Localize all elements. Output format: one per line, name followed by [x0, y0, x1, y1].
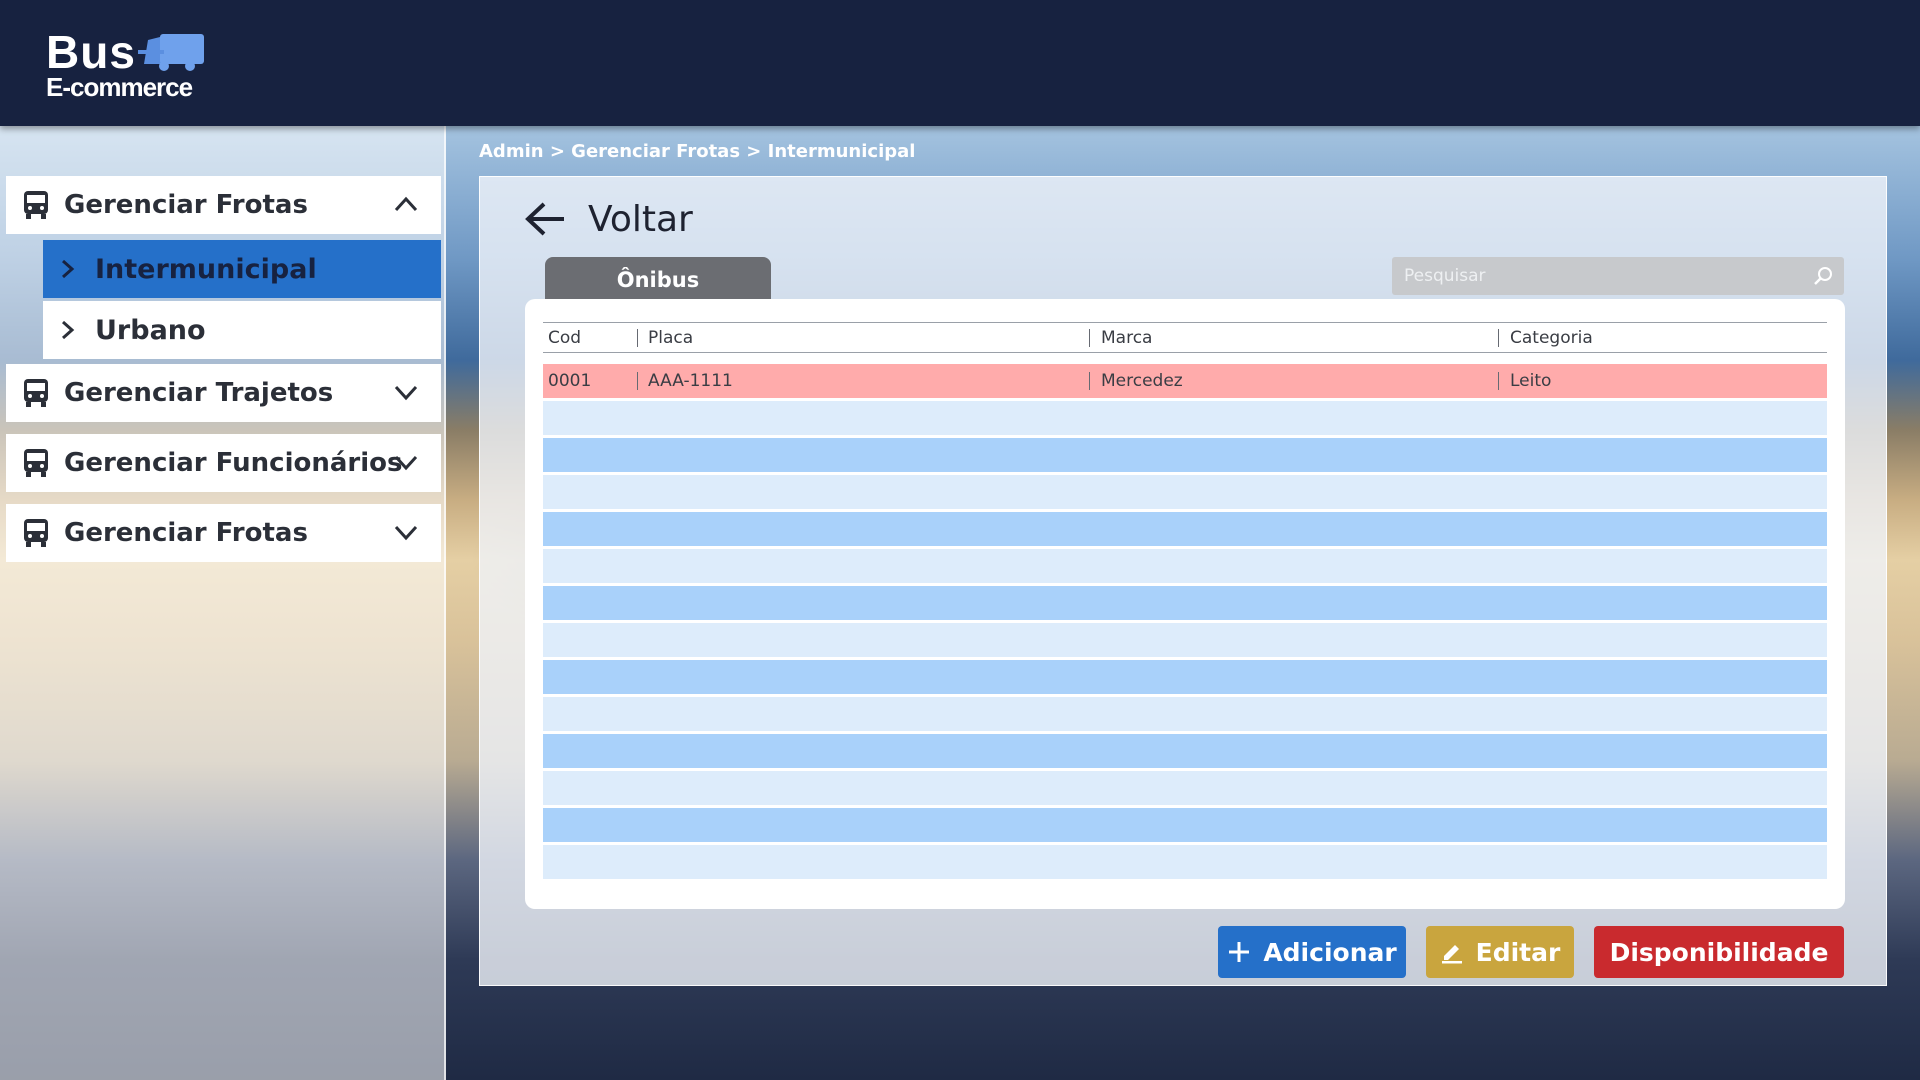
logo-bus-text: Bus [46, 26, 136, 78]
data-table: Cod Placa Marca Categoria 0001 AAA-1111 … [525, 299, 1845, 909]
chevron-down-icon[interactable] [393, 382, 419, 402]
availability-button[interactable]: Disponibilidade [1594, 926, 1844, 978]
sidebar: Gerenciar Frotas Intermunicipal Urbano G… [0, 126, 446, 1080]
cell-categoria: Leito [1510, 371, 1552, 391]
tab-onibus[interactable]: Ônibus [545, 257, 771, 303]
empty-table-row[interactable] [543, 586, 1827, 620]
sidebar-group-gerenciar-frotas[interactable]: Gerenciar Frotas [6, 176, 441, 234]
cell-placa: AAA-1111 [648, 371, 733, 391]
chevron-down-icon[interactable] [393, 522, 419, 542]
sidebar-item-label: Intermunicipal [95, 253, 317, 285]
chevron-right-icon [62, 259, 75, 279]
chevron-up-icon[interactable] [393, 194, 419, 214]
column-separator [1498, 372, 1499, 390]
cell-marca: Mercedez [1101, 371, 1183, 391]
empty-table-row[interactable] [543, 734, 1827, 768]
bus-icon [24, 379, 48, 407]
chevron-right-icon [62, 320, 75, 340]
breadcrumb: Admin > Gerenciar Frotas > Intermunicipa… [479, 141, 916, 162]
column-separator [1089, 372, 1090, 390]
edit-button-label: Editar [1475, 937, 1561, 967]
plus-icon [1229, 942, 1250, 962]
bus-icon [24, 191, 48, 219]
column-separator [637, 329, 638, 347]
sidebar-group-gerenciar-trajetos[interactable]: Gerenciar Trajetos [6, 364, 441, 422]
search-input[interactable] [1392, 257, 1844, 295]
sidebar-item-urbano[interactable]: Urbano [43, 301, 441, 359]
column-header-marca[interactable]: Marca [1101, 323, 1152, 352]
back-button[interactable]: Voltar [524, 189, 693, 249]
bus-logo-icon [138, 34, 204, 71]
search-icon[interactable] [1813, 266, 1833, 286]
sidebar-group-gerenciar-funcionarios[interactable]: Gerenciar Funcionários [6, 434, 441, 492]
empty-table-row[interactable] [543, 438, 1827, 472]
app-header: Bus E-commerce [0, 0, 1920, 126]
bus-icon [24, 519, 48, 547]
sidebar-group-label: Gerenciar Frotas [64, 190, 308, 220]
edit-button[interactable]: Editar [1426, 926, 1574, 978]
add-button[interactable]: Adicionar [1218, 926, 1406, 978]
empty-table-row[interactable] [543, 401, 1827, 435]
sidebar-group-label: Gerenciar Trajetos [64, 378, 334, 408]
sidebar-group-label: Gerenciar Funcionários [64, 448, 403, 478]
column-separator [1498, 329, 1499, 347]
table-header: Cod Placa Marca Categoria [543, 322, 1827, 353]
column-separator [1089, 329, 1090, 347]
app-logo[interactable]: Bus E-commerce [46, 26, 206, 106]
empty-table-row[interactable] [543, 475, 1827, 509]
column-header-cod[interactable]: Cod [548, 323, 581, 352]
empty-table-row[interactable] [543, 845, 1827, 879]
arrow-left-icon [525, 202, 564, 236]
sidebar-group-label: Gerenciar Frotas [64, 518, 308, 548]
empty-table-row[interactable] [543, 512, 1827, 546]
column-header-categoria[interactable]: Categoria [1510, 323, 1593, 352]
empty-table-row[interactable] [543, 549, 1827, 583]
sidebar-item-label: Urbano [95, 314, 206, 346]
empty-table-row[interactable] [543, 771, 1827, 805]
bus-icon [24, 449, 48, 477]
logo-ecommerce-text: E-commerce [46, 72, 193, 102]
table-row[interactable]: 0001 AAA-1111 Mercedez Leito [543, 364, 1827, 398]
pencil-icon [1441, 945, 1462, 964]
back-label: Voltar [588, 198, 693, 240]
empty-table-row[interactable] [543, 808, 1827, 842]
cell-cod: 0001 [548, 371, 592, 391]
sidebar-item-intermunicipal[interactable]: Intermunicipal [43, 240, 441, 298]
empty-table-row[interactable] [543, 697, 1827, 731]
column-separator [637, 372, 638, 390]
sidebar-group-gerenciar-frotas-2[interactable]: Gerenciar Frotas [6, 504, 441, 562]
main-panel: Voltar Ônibus Cod Placa Marca Categoria … [479, 176, 1887, 986]
empty-table-row[interactable] [543, 623, 1827, 657]
empty-table-row[interactable] [543, 660, 1827, 694]
chevron-down-icon[interactable] [393, 452, 419, 472]
add-button-label: Adicionar [1263, 937, 1397, 967]
column-header-placa[interactable]: Placa [648, 323, 693, 352]
